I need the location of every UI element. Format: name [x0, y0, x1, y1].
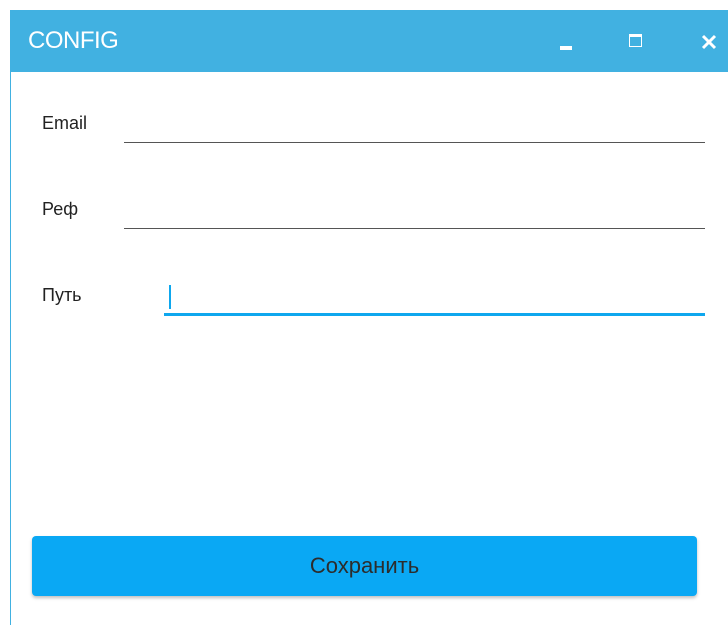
text-caret	[169, 285, 171, 309]
ref-label: Реф	[42, 199, 79, 219]
path-field[interactable]	[164, 283, 705, 316]
close-icon	[701, 34, 717, 50]
minimize-button[interactable]	[549, 24, 583, 58]
close-button[interactable]	[691, 24, 725, 58]
ref-field[interactable]	[124, 198, 705, 229]
path-label: Путь	[42, 285, 82, 305]
config-window: CONFIG Email Реф Путь Сохранить	[10, 10, 728, 625]
window-title: CONFIG	[28, 27, 119, 54]
save-button[interactable]: Сохранить	[32, 536, 697, 596]
title-bar[interactable]: CONFIG	[11, 10, 728, 72]
email-label: Email	[42, 113, 88, 133]
maximize-button[interactable]	[619, 24, 653, 58]
email-field[interactable]	[124, 112, 705, 143]
minimize-icon	[560, 46, 572, 50]
maximize-icon	[629, 34, 642, 47]
